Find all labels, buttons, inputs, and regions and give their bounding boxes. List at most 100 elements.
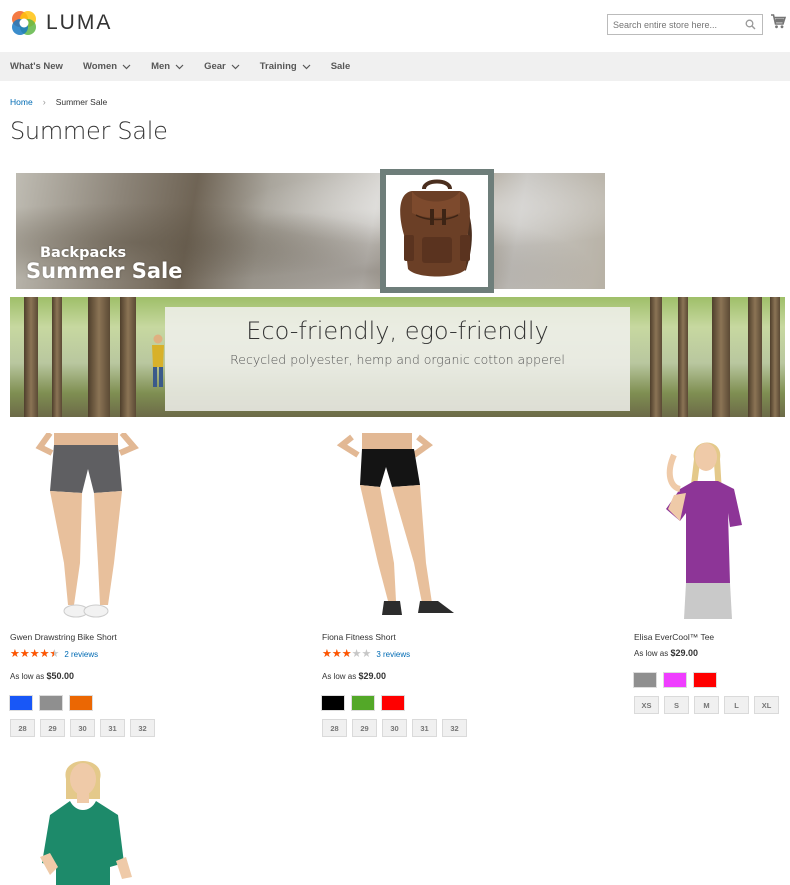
nav-item-men[interactable]: Men xyxy=(151,61,184,72)
reviews-link[interactable]: 2 reviews xyxy=(64,650,98,659)
price-prefix: As low as xyxy=(322,672,357,681)
color-swatch-green[interactable] xyxy=(351,695,375,711)
color-swatches xyxy=(633,672,790,688)
size-option[interactable]: 29 xyxy=(40,719,65,737)
size-option[interactable]: L xyxy=(724,696,749,714)
price-value: $29.00 xyxy=(358,671,386,681)
size-option[interactable]: 28 xyxy=(322,719,347,737)
forest-tree xyxy=(748,297,762,417)
chevron-down-icon xyxy=(122,64,131,69)
forest-tree xyxy=(712,297,730,417)
breadcrumb-current: Summer Sale xyxy=(55,97,108,107)
product-image[interactable] xyxy=(634,433,784,623)
size-option[interactable]: 31 xyxy=(412,719,437,737)
search-icon[interactable] xyxy=(745,19,756,30)
price-prefix: As low as xyxy=(10,672,45,681)
banner-heading: Eco-friendly, ego-friendly xyxy=(246,317,549,345)
nav-label: Training xyxy=(259,61,297,72)
product-item xyxy=(10,753,180,885)
banner-text-panel: Eco-friendly, ego-friendly Recycled poly… xyxy=(165,307,630,411)
color-swatch-red[interactable] xyxy=(381,695,405,711)
product-name[interactable]: Elisa EverCool™ Tee xyxy=(634,632,790,642)
nav-item-women[interactable]: Women xyxy=(83,61,131,72)
search-input[interactable] xyxy=(608,15,738,34)
size-option[interactable]: 30 xyxy=(382,719,407,737)
rating-stars: ★★★★★ ★★★★★ xyxy=(10,648,59,660)
size-option[interactable]: 32 xyxy=(442,719,467,737)
product-item: Fiona Fitness Short ★★★★★ ★★★★★ 3 review… xyxy=(321,433,492,737)
tee-model-image xyxy=(666,442,742,619)
color-swatch-gray[interactable] xyxy=(633,672,657,688)
size-option[interactable]: 31 xyxy=(100,719,125,737)
nav-label: Women xyxy=(82,61,118,72)
product-name[interactable]: Fiona Fitness Short xyxy=(322,632,492,642)
chevron-down-icon xyxy=(231,64,240,69)
product-price: As low as $50.00 xyxy=(10,671,180,681)
color-swatch-red[interactable] xyxy=(693,672,717,688)
backpacks-sale-banner[interactable]: Backpacks Summer Sale xyxy=(16,173,605,289)
breadcrumb-separator: › xyxy=(42,97,46,107)
price-prefix: As low as xyxy=(634,649,669,658)
color-swatches xyxy=(9,695,180,711)
header: LUMA xyxy=(0,0,790,52)
forest-tree xyxy=(678,297,688,417)
nav-label: Sale xyxy=(330,61,351,72)
color-swatch-orange[interactable] xyxy=(69,695,93,711)
size-option[interactable]: 29 xyxy=(352,719,377,737)
nav-label: Gear xyxy=(204,61,226,72)
bike-short-model-image xyxy=(35,431,139,618)
price-value: $50.00 xyxy=(46,671,74,681)
chevron-down-icon xyxy=(302,64,311,69)
nav-item-training[interactable]: Training xyxy=(260,61,311,72)
color-swatch-black[interactable] xyxy=(321,695,345,711)
banner-title: Summer Sale xyxy=(26,259,183,283)
nav-item-gear[interactable]: Gear xyxy=(204,61,240,72)
chevron-down-icon xyxy=(175,64,184,69)
forest-tree xyxy=(88,297,110,417)
size-option[interactable]: 32 xyxy=(130,719,155,737)
banner-description: Recycled polyester, hemp and organic cot… xyxy=(230,352,565,367)
breadcrumb: Home › Summer Sale xyxy=(10,97,107,107)
product-image[interactable] xyxy=(10,753,170,885)
reviews-link[interactable]: 3 reviews xyxy=(376,650,410,659)
product-rating: ★★★★★ ★★★★★ 3 reviews xyxy=(322,648,492,660)
color-swatch-purple[interactable] xyxy=(663,672,687,688)
product-price: As low as $29.00 xyxy=(322,671,492,681)
backpack-image[interactable] xyxy=(380,169,494,293)
color-swatches xyxy=(321,695,492,711)
product-item: Gwen Drawstring Bike Short ★★★★★ ★★★★★ 2… xyxy=(9,431,180,737)
cart-icon[interactable] xyxy=(770,14,786,29)
nav-label: Men xyxy=(151,61,171,72)
product-image[interactable] xyxy=(322,433,482,623)
size-option[interactable]: XS xyxy=(634,696,659,714)
color-swatch-blue[interactable] xyxy=(9,695,33,711)
forest-tree xyxy=(120,297,136,417)
breadcrumb-home-link[interactable]: Home xyxy=(10,97,33,107)
logo[interactable]: LUMA xyxy=(10,9,112,37)
logo-text: LUMA xyxy=(46,11,113,34)
size-option[interactable]: M xyxy=(694,696,719,714)
color-swatch-gray[interactable] xyxy=(39,695,63,711)
price-value: $29.00 xyxy=(670,648,698,658)
page-title: Summer Sale xyxy=(10,117,168,145)
size-option[interactable]: 30 xyxy=(70,719,95,737)
forest-tree xyxy=(770,297,780,417)
forest-tree xyxy=(650,297,662,417)
backpack-icon xyxy=(400,179,472,277)
main-navigation: What's New Women Men Gear Training Sale xyxy=(0,52,790,81)
nav-item-whats-new[interactable]: What's New xyxy=(10,61,63,72)
rating-stars: ★★★★★ ★★★★★ xyxy=(322,648,371,660)
nav-label: What's New xyxy=(10,61,63,72)
size-options: XS S M L XL xyxy=(634,696,790,714)
eco-friendly-banner[interactable]: Eco-friendly, ego-friendly Recycled poly… xyxy=(10,297,785,417)
product-image[interactable] xyxy=(10,431,170,623)
product-price: As low as $29.00 xyxy=(634,648,790,658)
size-option[interactable]: S xyxy=(664,696,689,714)
forest-tree xyxy=(52,297,62,417)
nav-item-sale[interactable]: Sale xyxy=(331,61,351,72)
search-box[interactable] xyxy=(607,14,763,35)
size-option[interactable]: 28 xyxy=(10,719,35,737)
size-option[interactable]: XL xyxy=(754,696,779,714)
product-name[interactable]: Gwen Drawstring Bike Short xyxy=(10,632,180,642)
product-item: Elisa EverCool™ Tee As low as $29.00 XS … xyxy=(633,433,790,714)
